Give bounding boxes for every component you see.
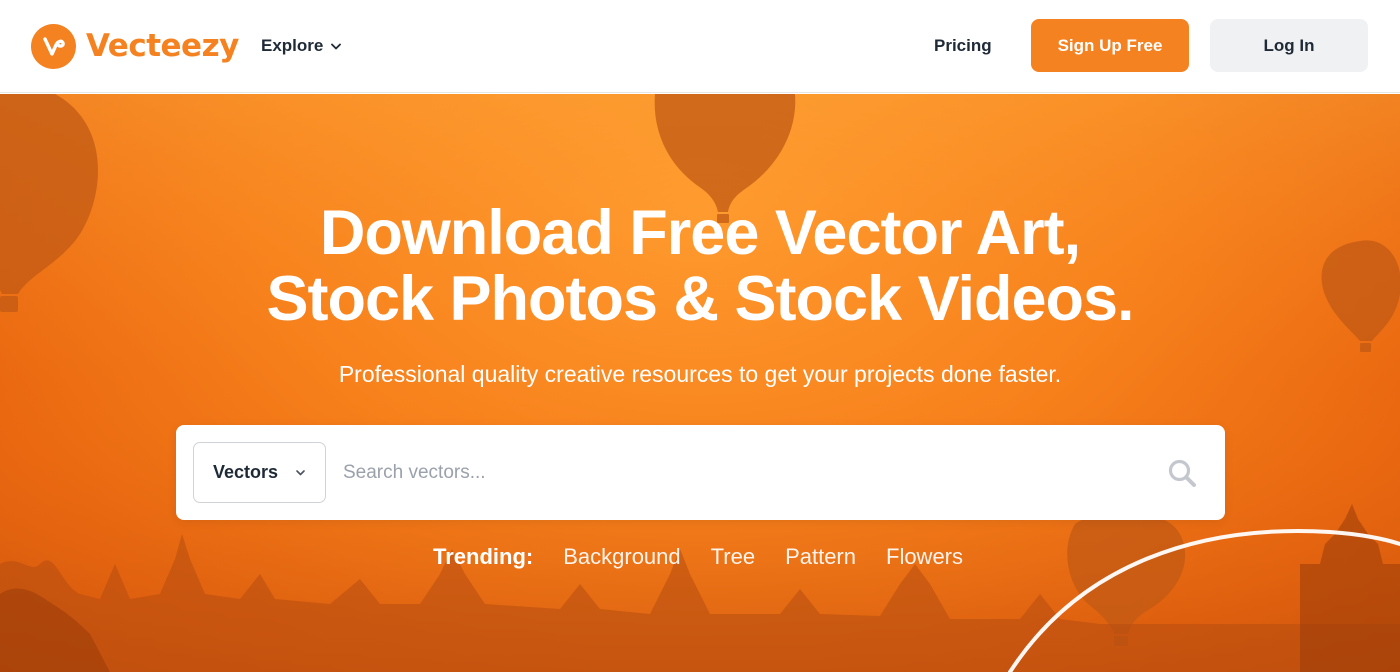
headline-line-2: Stock Photos & Stock Videos.	[266, 264, 1134, 334]
sign-up-button[interactable]: Sign Up Free	[1031, 19, 1189, 72]
logo-v-icon	[31, 23, 76, 69]
trending-link-flowers[interactable]: Flowers	[886, 544, 963, 570]
pricing-link[interactable]: Pricing	[934, 34, 992, 58]
search-button[interactable]	[1165, 456, 1199, 490]
headline-line-1: Download Free Vector Art,	[319, 198, 1081, 268]
trending-link-tree[interactable]: Tree	[711, 544, 755, 570]
chevron-down-icon	[296, 470, 305, 476]
trending-link-pattern[interactable]: Pattern	[785, 544, 856, 570]
log-in-button[interactable]: Log In	[1210, 19, 1368, 72]
search-bar: Vectors	[176, 425, 1225, 520]
trending-link-background[interactable]: Background	[563, 544, 680, 570]
logo[interactable]: Vecteezy	[31, 23, 239, 69]
search-icon	[1168, 459, 1196, 487]
logo-wordmark: Vecteezy	[86, 28, 239, 64]
hero-headline: Download Free Vector Art, Stock Photos &…	[0, 200, 1400, 332]
trending-label: Trending:	[433, 544, 534, 569]
hero-section: Download Free Vector Art, Stock Photos &…	[0, 94, 1400, 672]
site-header: Vecteezy Explore Pricing Sign Up Free Lo…	[0, 0, 1400, 93]
hero-subtitle: Professional quality creative resources …	[338, 361, 1062, 387]
explore-label: Explore	[261, 36, 324, 55]
search-input[interactable]	[343, 447, 1143, 499]
trending-searches: Trending: Background Tree Pattern Flower…	[433, 541, 993, 573]
asset-type-dropdown[interactable]: Vectors	[193, 442, 326, 503]
asset-type-selected: Vectors	[213, 462, 279, 482]
chevron-down-icon	[331, 43, 342, 49]
explore-menu[interactable]: Explore	[261, 34, 342, 58]
